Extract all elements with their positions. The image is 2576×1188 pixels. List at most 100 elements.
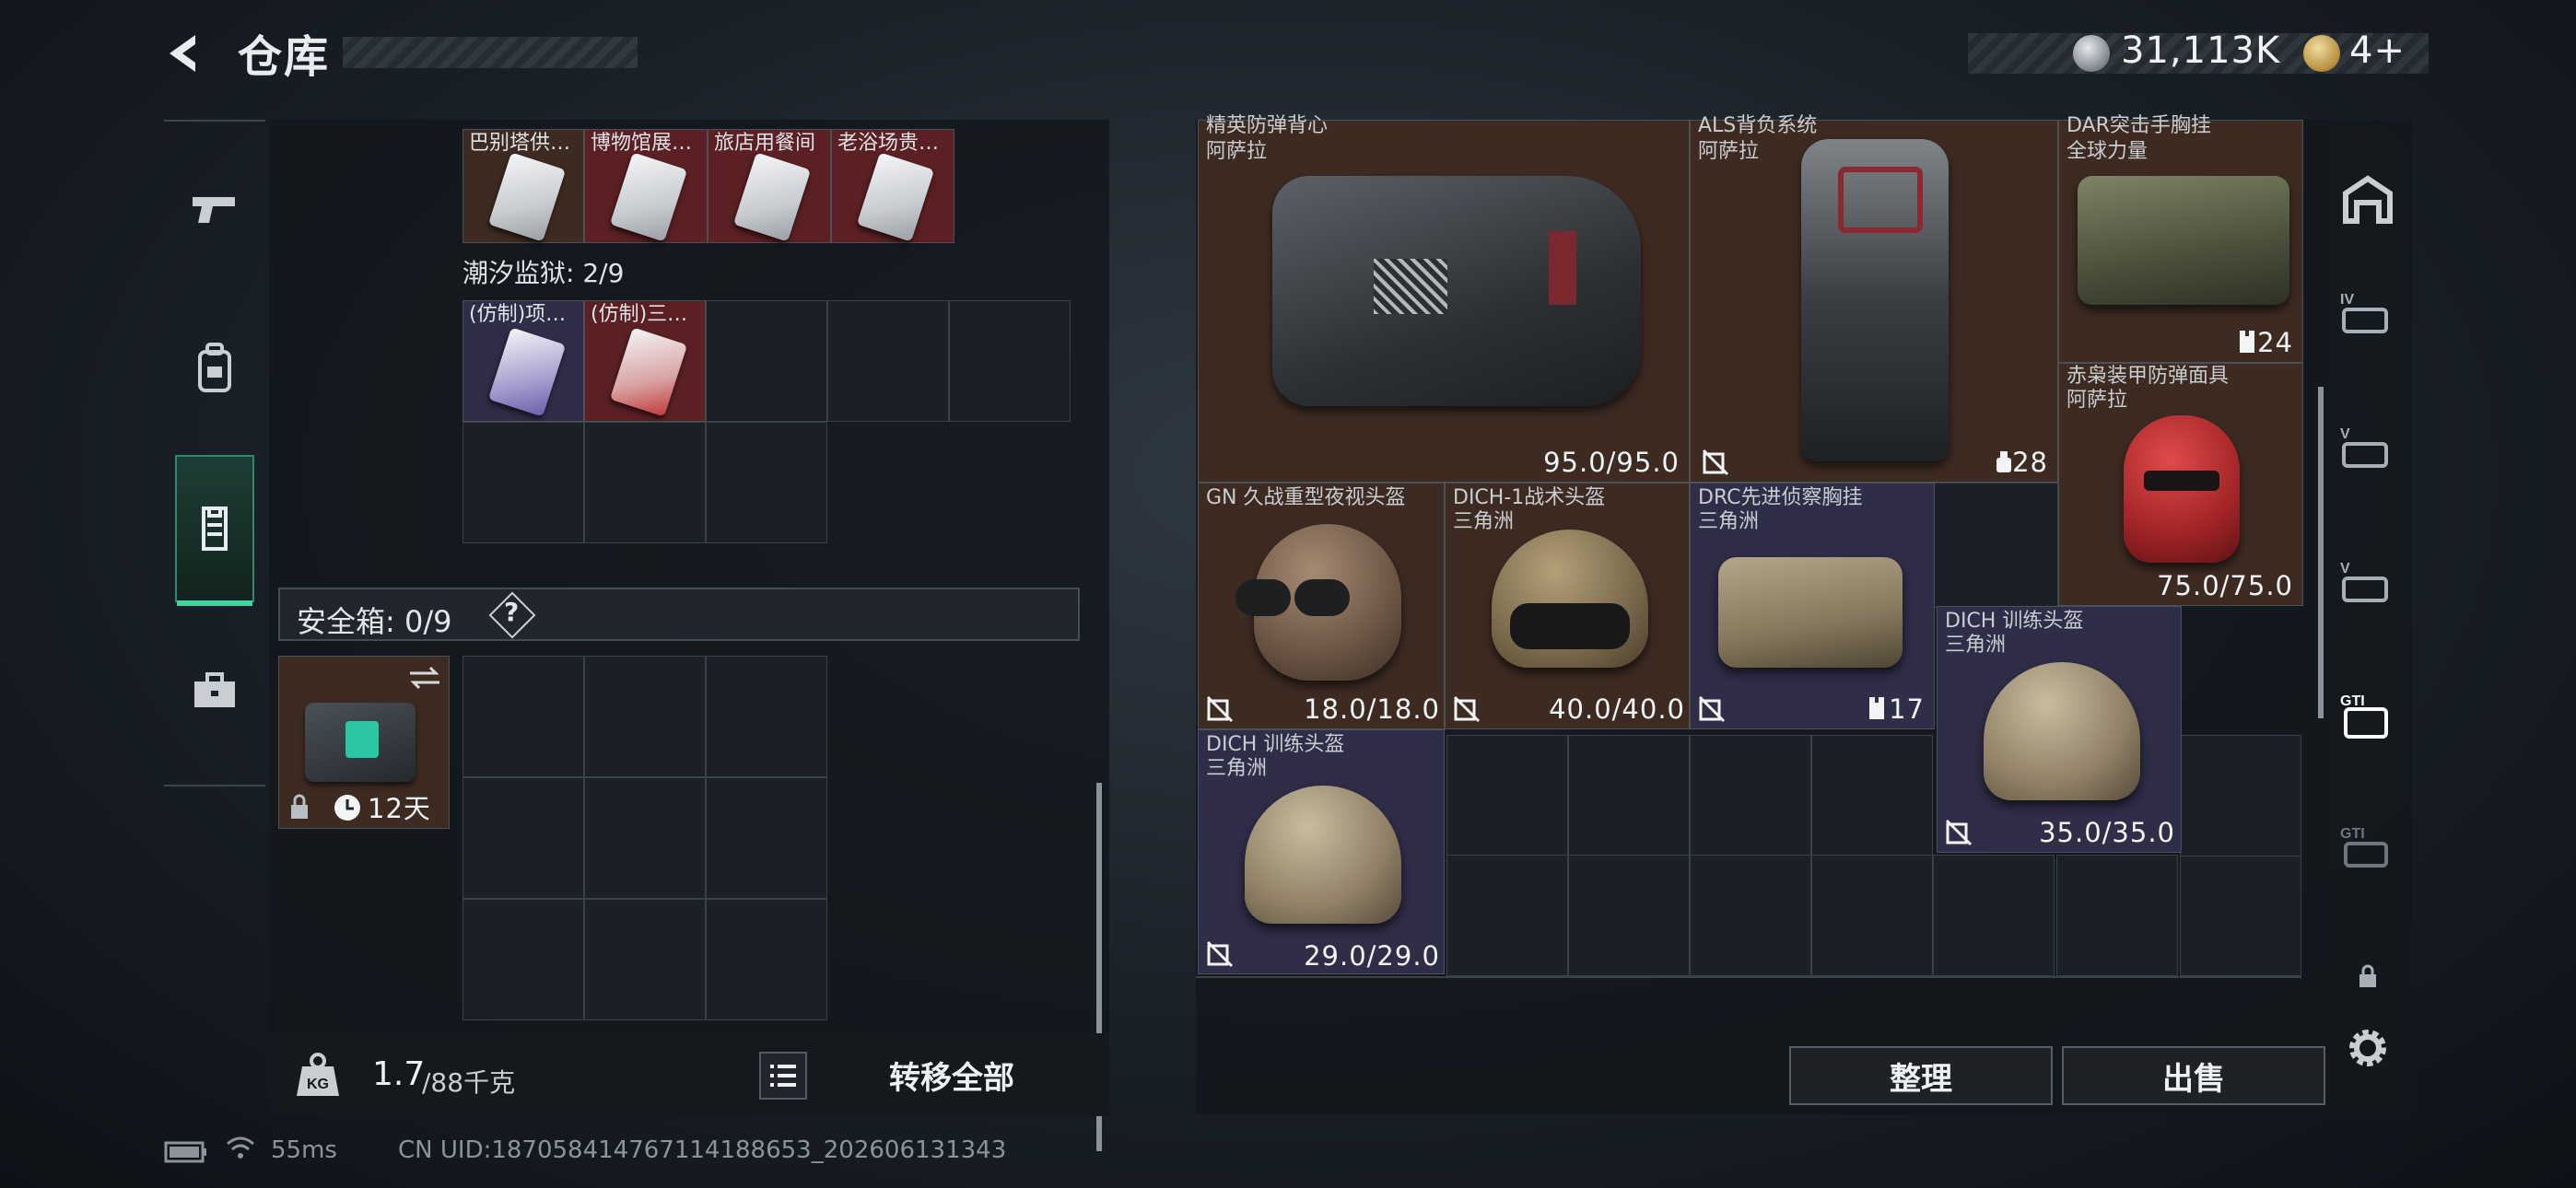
garage-icon <box>2343 175 2393 224</box>
grid-cell[interactable] <box>1811 735 1933 856</box>
grid-cell[interactable] <box>706 300 827 422</box>
battery-icon <box>164 1141 206 1163</box>
item-name: (仿制)项… <box>469 303 567 326</box>
grid-cell[interactable] <box>1446 735 1568 856</box>
inventory-item-dich1-helmet[interactable]: DICH-1战术头盔 三角洲 40.0/40.0 <box>1445 483 1690 729</box>
organize-button[interactable]: 整理 <box>1789 1046 2053 1105</box>
grid-cell[interactable] <box>706 422 827 543</box>
grid-cell[interactable] <box>2180 855 2301 976</box>
prison-label: 潮汐监狱: 2/9 <box>463 258 625 288</box>
mask-image <box>2124 415 2240 563</box>
inventory-item-dich-training-helmet-2[interactable]: DICH 训练头盔 三角洲 29.0/29.0 <box>1198 729 1445 974</box>
inventory-item-drc-rig[interactable]: DRC先进侦察胸挂 三角洲 17 <box>1690 483 1935 729</box>
item-name: 精英防弹背心 <box>1206 114 1329 137</box>
inventory-item-dar-rig[interactable]: DAR突击手胸挂 全球力量 24 <box>2058 115 2303 363</box>
inventory-item-gn-helmet[interactable]: GN 久战重型夜视头盔 18.0/18.0 <box>1198 483 1445 729</box>
collection-item-3[interactable]: 旅店用餐间 <box>708 129 831 243</box>
tab-stash-4[interactable]: IV <box>2331 267 2405 359</box>
item-name: DAR突击手胸挂 <box>2067 114 2211 137</box>
rail-weapons[interactable] <box>175 155 254 265</box>
backpack-image <box>1801 139 1949 461</box>
rail-equipment[interactable] <box>175 313 254 424</box>
list-view-button[interactable] <box>759 1052 807 1100</box>
inventory-item-als-backpack[interactable]: ALS背负系统 阿萨拉 28 <box>1690 115 2058 483</box>
inventory-item-dich-training-helmet-1[interactable]: DICH 训练头盔 三角洲 35.0/35.0 <box>1937 606 2182 853</box>
item-brand: 三角洲 <box>1206 757 1268 780</box>
grid-cell[interactable] <box>706 777 827 899</box>
svg-text:GTI: GTI <box>2340 826 2365 842</box>
grid-cell[interactable] <box>463 899 584 1020</box>
chest-rig-image <box>2078 176 2289 305</box>
transfer-all-button[interactable]: 转移全部 <box>818 1042 1085 1107</box>
grid-cell[interactable] <box>2056 855 2178 976</box>
title-stripe <box>343 37 638 68</box>
tab-storage[interactable] <box>2331 153 2405 245</box>
back-button[interactable] <box>158 26 214 81</box>
keycard-icon <box>732 152 812 242</box>
currency-gold[interactable]: 4+ <box>2349 29 2406 72</box>
stash-panel: 巴别塔供… 博物馆展… 旅店用餐间 老浴场贵… 潮汐监狱: 2/9 (仿制)项…… <box>269 120 1109 1151</box>
item-durability: 18.0/18.0 <box>1304 693 1440 725</box>
uid-text: CN UID:187058414767114188653_20260613134… <box>398 1136 1007 1164</box>
inventory-item-red-mask[interactable]: 赤枭装甲防弹面具 阿萨拉 75.0/75.0 <box>2058 363 2303 606</box>
item-durability: 29.0/29.0 <box>1304 940 1440 972</box>
helmet-image <box>1245 786 1401 924</box>
grid-cell[interactable] <box>584 422 706 543</box>
tab-stash-gti-active[interactable]: GTI <box>2331 670 2405 763</box>
grid-cell[interactable] <box>1568 855 1690 976</box>
tab-stash-5[interactable]: V <box>2331 402 2405 494</box>
item-brand: 三角洲 <box>1698 510 1760 533</box>
grid-cell[interactable] <box>1690 855 1811 976</box>
grid-cell[interactable] <box>1933 483 2058 608</box>
grid-cell[interactable] <box>706 656 827 777</box>
item-name: 巴别塔供… <box>469 132 571 155</box>
silver-coin-icon <box>2073 35 2110 72</box>
grid-cell[interactable] <box>584 777 706 899</box>
tab-stash-gti-2[interactable]: GTI <box>2331 801 2405 893</box>
prison-item-1[interactable]: (仿制)项… <box>463 300 584 422</box>
item-brand: 三角洲 <box>1453 510 1515 533</box>
keycard-icon <box>609 152 688 242</box>
collection-item-1[interactable]: 巴别塔供… <box>463 129 584 243</box>
pistol-icon <box>193 197 235 223</box>
grid-cell[interactable] <box>1811 855 1933 976</box>
no-trade-icon <box>1206 695 1234 723</box>
sell-button[interactable]: 出售 <box>2062 1046 2325 1105</box>
inventory-item-elite-vest[interactable]: 精英防弹背心 阿萨拉 95.0/95.0 <box>1198 115 1690 483</box>
grid-cell[interactable] <box>1446 855 1568 976</box>
grid-line <box>1196 976 2301 978</box>
keycard-icon <box>487 152 567 242</box>
collection-item-2[interactable]: 博物馆展… <box>584 129 708 243</box>
stash-v2-icon: V <box>2340 561 2388 602</box>
grid-cell[interactable] <box>463 777 584 899</box>
item-durability: 75.0/75.0 <box>2157 570 2293 601</box>
item-durability: 95.0/95.0 <box>1543 447 1680 478</box>
grid-cell[interactable] <box>463 656 584 777</box>
rail-gear[interactable] <box>175 455 254 606</box>
scrollbar[interactable] <box>2318 387 2324 718</box>
safebox-item[interactable]: 12天 <box>278 656 450 829</box>
grid-cell[interactable] <box>706 899 827 1020</box>
rail-items[interactable] <box>175 635 254 746</box>
tab-locked[interactable] <box>2331 930 2405 1022</box>
grid-cell[interactable] <box>584 656 706 777</box>
grid-cell[interactable] <box>584 899 706 1020</box>
vest-capacity-icon <box>1869 697 1884 719</box>
grid-cell[interactable] <box>1690 735 1811 856</box>
grid-cell[interactable] <box>827 300 949 422</box>
chest-rig-image <box>1718 557 1903 668</box>
item-name: (仿制)三… <box>591 303 688 326</box>
grid-cell[interactable] <box>1568 735 1690 856</box>
prison-item-2[interactable]: (仿制)三… <box>584 300 706 422</box>
grid-cell[interactable] <box>949 300 1071 422</box>
grid-cell[interactable] <box>1933 855 2055 976</box>
collection-item-4[interactable]: 老浴场贵… <box>831 129 954 243</box>
tab-stash-6[interactable]: V <box>2331 536 2405 628</box>
safebox-label: 安全箱: 0/9 <box>297 604 452 639</box>
grid-cell[interactable] <box>2180 735 2301 856</box>
lock-icon <box>2359 964 2376 987</box>
currency-silver: 31,113K <box>2121 29 2281 72</box>
settings-button[interactable] <box>2342 1022 2394 1074</box>
item-brand: 阿萨拉 <box>2067 389 2128 412</box>
grid-cell[interactable] <box>463 422 584 543</box>
